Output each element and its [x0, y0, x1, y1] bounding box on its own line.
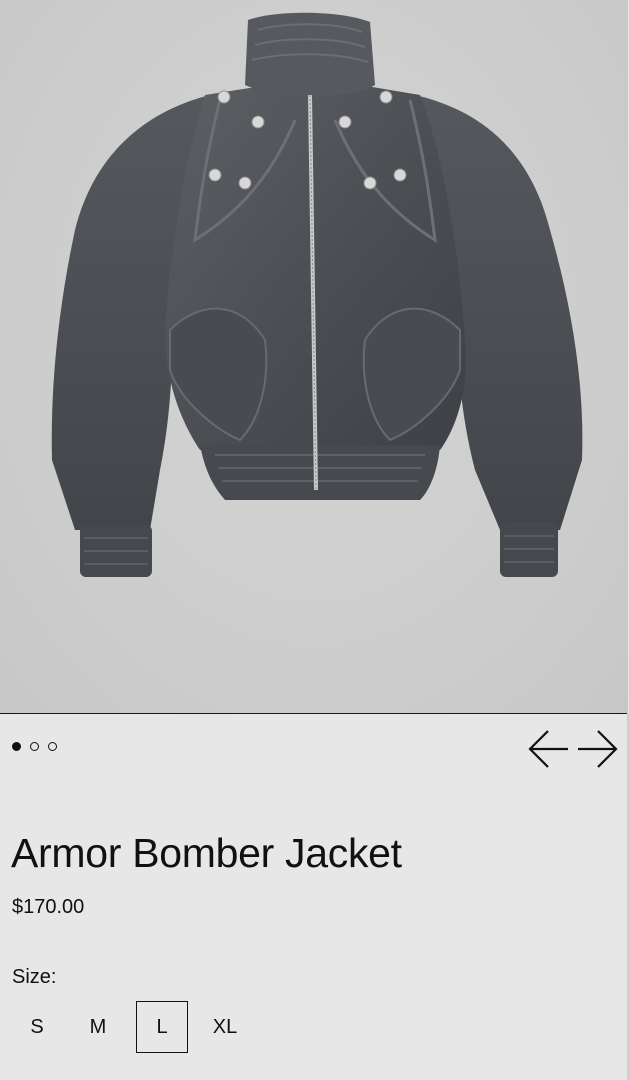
- arrow-left-icon: [528, 730, 568, 768]
- carousel-dots: [12, 742, 57, 751]
- size-option-m[interactable]: M: [62, 1001, 134, 1053]
- size-selector: S M L XL: [12, 1001, 262, 1053]
- size-option-xl[interactable]: XL: [188, 1001, 262, 1053]
- arrow-right-icon: [578, 730, 618, 768]
- product-image[interactable]: [0, 0, 628, 713]
- product-title: Armor Bomber Jacket: [11, 830, 402, 876]
- product-price: $170.00: [12, 896, 85, 918]
- carousel-dot-3[interactable]: [48, 742, 57, 751]
- jacket-photo: [0, 0, 628, 713]
- size-option-l[interactable]: L: [136, 1001, 188, 1053]
- size-label: Size:: [12, 966, 57, 988]
- image-divider: [0, 713, 628, 714]
- size-option-s[interactable]: S: [12, 1001, 62, 1053]
- next-image-button[interactable]: [576, 728, 620, 770]
- carousel-arrows: [526, 728, 620, 770]
- carousel-dot-2[interactable]: [30, 742, 39, 751]
- carousel-dot-1[interactable]: [12, 742, 21, 751]
- previous-image-button[interactable]: [526, 728, 570, 770]
